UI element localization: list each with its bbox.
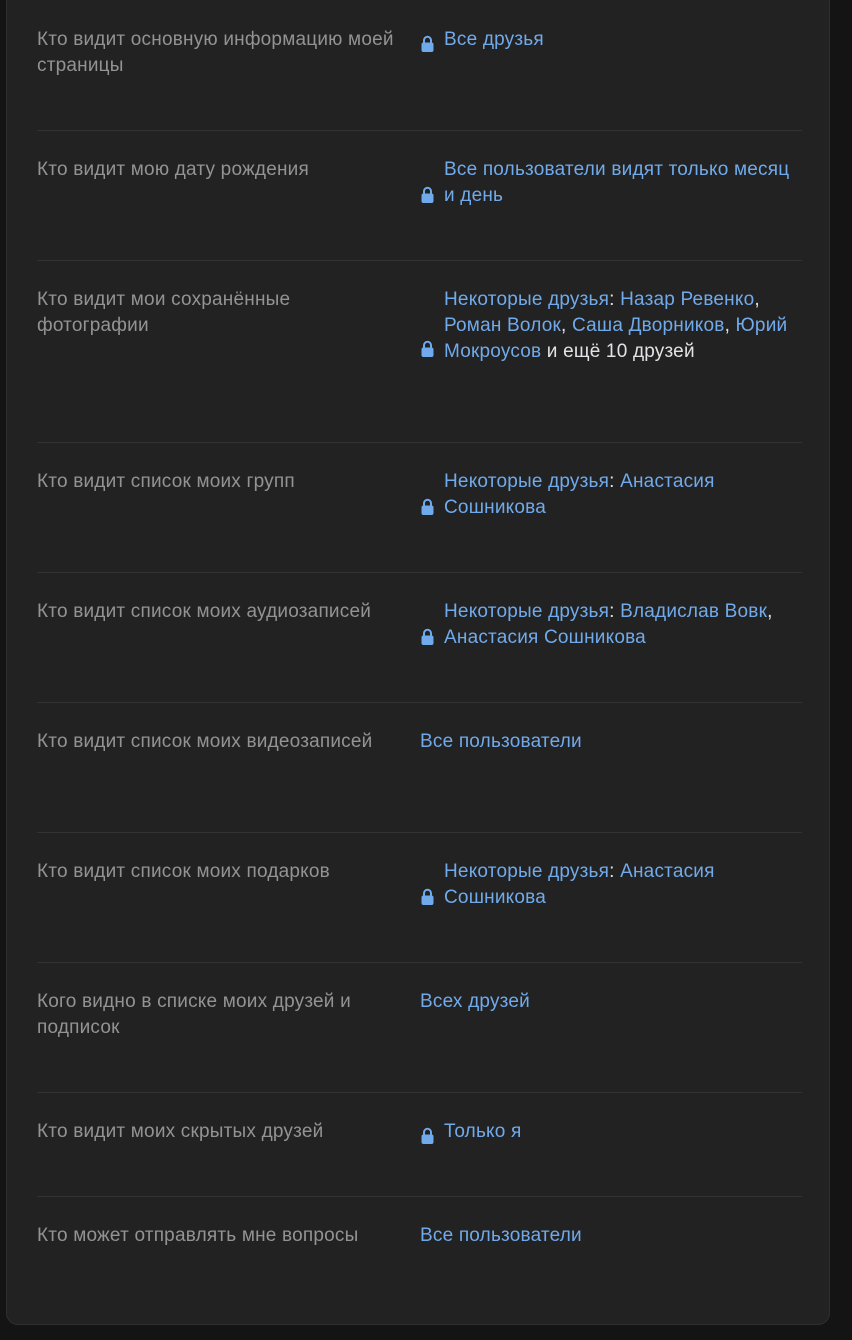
- audience-link[interactable]: Все пользователи: [420, 1225, 582, 1246]
- privacy-setting-row[interactable]: Кто видит основную информацию моей стран…: [37, 1, 802, 131]
- lock-icon: [421, 498, 434, 515]
- separator-comma: ,: [767, 601, 773, 622]
- lock-icon: [421, 35, 434, 52]
- setting-value: Некоторые друзья: Назар Ревенко, Роман В…: [444, 287, 794, 365]
- setting-label: Кто видит мои сохранённые фотографии: [37, 289, 291, 336]
- lock-icon: [421, 888, 434, 905]
- audience-link[interactable]: Некоторые друзья: [444, 861, 609, 882]
- setting-label: Кто видит список моих подарков: [37, 861, 330, 882]
- friend-link[interactable]: Назар Ревенко: [620, 289, 754, 310]
- setting-label: Кто видит моих скрытых друзей: [37, 1121, 324, 1142]
- privacy-setting-row[interactable]: Кто видит мою дату рождения Все пользоват…: [37, 131, 802, 261]
- privacy-setting-row[interactable]: Кто видит список моих групп Некоторые дру…: [37, 443, 802, 573]
- audience-link[interactable]: Некоторые друзья: [444, 601, 609, 622]
- lock-icon: [421, 340, 434, 357]
- audience-link[interactable]: Всех друзей: [420, 991, 530, 1012]
- setting-value: Все пользователи видят только месяц и де…: [444, 157, 794, 209]
- setting-value: Некоторые друзья: Анастасия Сошникова: [444, 859, 794, 911]
- separator-colon: :: [609, 471, 621, 492]
- friend-link[interactable]: Роман Волок: [444, 315, 561, 336]
- separator-colon: :: [609, 289, 621, 310]
- friend-link[interactable]: Владислав Вовк: [620, 601, 767, 622]
- separator-comma: ,: [561, 315, 572, 336]
- lock-icon: [421, 628, 434, 645]
- lock-icon: [421, 186, 434, 203]
- setting-value: Только я: [444, 1119, 794, 1145]
- privacy-settings-list: Кто видит основную информацию моей стран…: [37, 1, 802, 1327]
- audience-link[interactable]: Все пользователи видят только месяц и де…: [444, 159, 789, 206]
- privacy-setting-row[interactable]: Кто видит список моих подарков Некоторые …: [37, 833, 802, 963]
- audience-link[interactable]: Некоторые друзья: [444, 471, 609, 492]
- setting-value: Все друзья: [444, 27, 794, 53]
- setting-label: Кто видит список моих видеозаписей: [37, 731, 373, 752]
- privacy-setting-row[interactable]: Кто видит список моих видеозаписей Все по…: [37, 703, 802, 833]
- separator-colon: :: [609, 861, 621, 882]
- setting-value: Некоторые друзья: Анастасия Сошникова: [444, 469, 794, 521]
- privacy-setting-row[interactable]: Кто может отправлять мне вопросы Все поль…: [37, 1197, 802, 1327]
- privacy-setting-row[interactable]: Кого видно в списке моих друзей и подпис…: [37, 963, 802, 1093]
- privacy-setting-row[interactable]: Кто видит моих скрытых друзей Только я: [37, 1093, 802, 1197]
- audience-link[interactable]: Все пользователи: [420, 731, 582, 752]
- friend-link[interactable]: Анастасия Сошникова: [444, 627, 646, 648]
- setting-value: Все пользователи: [420, 1223, 795, 1249]
- privacy-setting-row[interactable]: Кто видит мои сохранённые фотографии Неко…: [37, 261, 802, 443]
- separator-comma: ,: [754, 289, 760, 310]
- separator-comma: ,: [724, 315, 736, 336]
- lock-icon: [421, 1127, 434, 1144]
- separator-colon: :: [609, 601, 621, 622]
- setting-value: Все пользователи: [420, 729, 795, 755]
- friend-link[interactable]: Саша Дворников: [572, 315, 725, 336]
- more-friends-text: и ещё 10 друзей: [546, 341, 695, 362]
- audience-link[interactable]: Некоторые друзья: [444, 289, 609, 310]
- setting-label: Кто может отправлять мне вопросы: [37, 1225, 359, 1246]
- setting-label: Кто видит список моих групп: [37, 471, 295, 492]
- audience-link[interactable]: Все друзья: [444, 29, 544, 50]
- setting-value: Некоторые друзья: Владислав Вовк, Анаста…: [444, 599, 794, 651]
- setting-label: Кто видит мою дату рождения: [37, 159, 309, 180]
- setting-value: Всех друзей: [420, 989, 795, 1015]
- setting-label: Кто видит основную информацию моей стран…: [37, 29, 394, 76]
- privacy-settings-card: Кто видит основную информацию моей стран…: [6, 0, 830, 1325]
- audience-link[interactable]: Только я: [444, 1121, 522, 1142]
- setting-label: Кого видно в списке моих друзей и подпис…: [37, 991, 351, 1038]
- setting-label: Кто видит список моих аудиозаписей: [37, 601, 372, 622]
- privacy-setting-row[interactable]: Кто видит список моих аудиозаписей Некото…: [37, 573, 802, 703]
